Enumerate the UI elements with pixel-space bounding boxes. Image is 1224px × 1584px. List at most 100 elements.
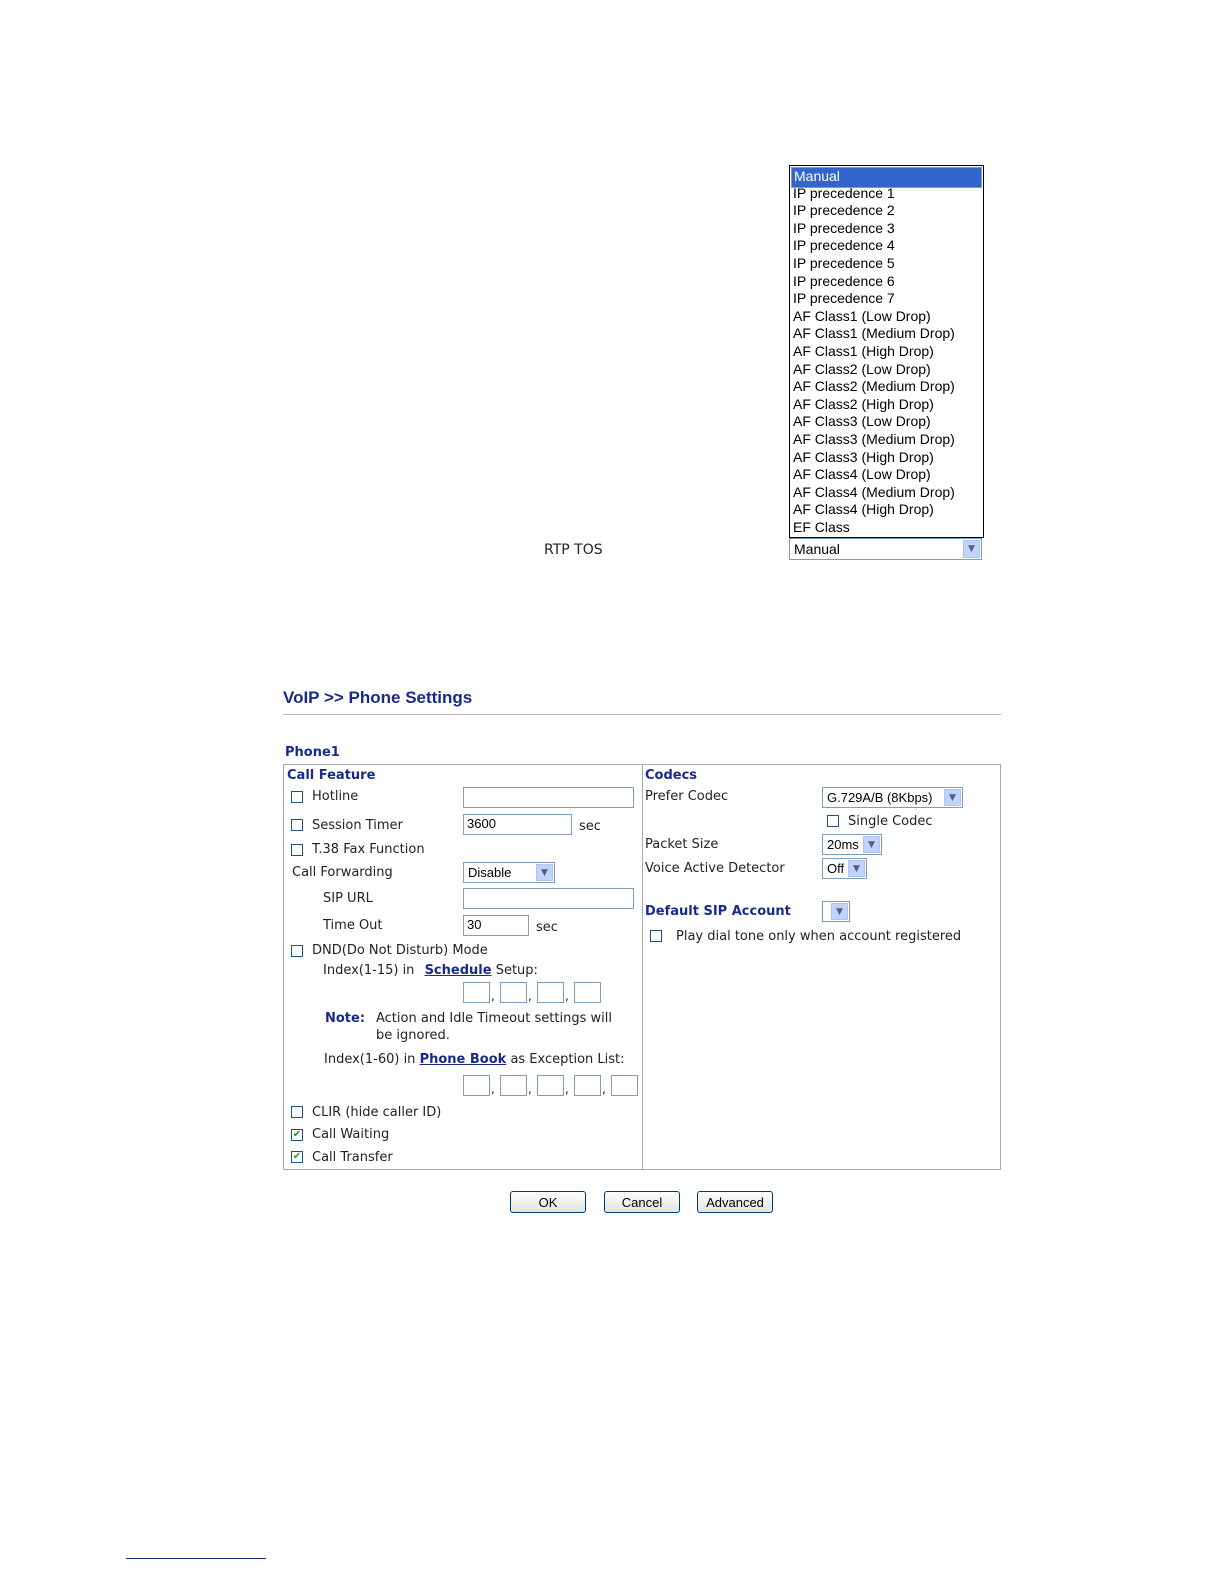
sip-url-input[interactable] — [463, 888, 634, 909]
t38-fax-checkbox[interactable] — [291, 844, 303, 856]
codecs-title: Codecs — [645, 768, 698, 783]
voice-active-detector-select[interactable]: Off ▼ — [822, 858, 867, 879]
exception-index-input-4[interactable] — [574, 1075, 601, 1096]
voice-active-detector-label: Voice Active Detector — [645, 861, 785, 876]
clir-label: CLIR (hide caller ID) — [312, 1105, 442, 1120]
separator: , — [491, 1082, 495, 1096]
call-forwarding-label: Call Forwarding — [292, 865, 393, 880]
call-feature-title: Call Feature — [287, 768, 376, 783]
call-waiting-label: Call Waiting — [312, 1127, 390, 1142]
separator: , — [565, 989, 569, 1003]
phone-label: Phone1 — [285, 745, 340, 760]
chevron-down-icon[interactable]: ▼ — [536, 864, 553, 881]
schedule-suffix: Setup: — [495, 963, 538, 978]
call-waiting-checkbox[interactable]: ✔ — [291, 1129, 303, 1141]
cancel-button[interactable]: Cancel — [604, 1191, 680, 1213]
advanced-button[interactable]: Advanced — [697, 1191, 773, 1213]
rtp-tos-option[interactable]: IP precedence 1 — [791, 185, 982, 203]
dial-tone-checkbox[interactable] — [650, 930, 662, 942]
ok-button[interactable]: OK — [510, 1191, 586, 1213]
rtp-tos-option[interactable]: AF Class2 (Medium Drop) — [791, 378, 982, 396]
rtp-tos-option[interactable]: AF Class1 (Low Drop) — [791, 308, 982, 326]
note-text-line-2: be ignored. — [376, 1028, 450, 1043]
chevron-down-icon[interactable]: ▼ — [848, 860, 865, 877]
footnote-rule — [126, 1558, 266, 1559]
schedule-link[interactable]: Schedule — [425, 963, 492, 978]
rtp-tos-option[interactable]: AF Class4 (Medium Drop) — [791, 484, 982, 502]
separator: , — [528, 989, 532, 1003]
rtp-tos-label: RTP TOS — [544, 542, 603, 558]
note-label: Note: — [325, 1011, 366, 1026]
rtp-tos-option[interactable]: AF Class1 (High Drop) — [791, 343, 982, 361]
exception-index-input-2[interactable] — [500, 1075, 527, 1096]
rtp-tos-option[interactable]: AF Class1 (Medium Drop) — [791, 325, 982, 343]
rtp-tos-option[interactable]: IP precedence 7 — [791, 290, 982, 308]
call-transfer-checkbox[interactable]: ✔ — [291, 1151, 303, 1163]
single-codec-checkbox[interactable] — [827, 815, 839, 827]
check-icon: ✔ — [292, 1129, 302, 1140]
t38-fax-label: T.38 Fax Function — [312, 842, 425, 857]
rtp-tos-select[interactable]: Manual ▼ — [789, 538, 982, 560]
default-sip-account-label: Default SIP Account — [645, 904, 791, 919]
schedule-index-input-2[interactable] — [500, 982, 527, 1003]
panel-divider — [642, 765, 643, 1169]
sip-url-label: SIP URL — [323, 891, 373, 906]
rtp-tos-option[interactable]: AF Class2 (High Drop) — [791, 396, 982, 414]
rtp-tos-option[interactable]: AF Class2 (Low Drop) — [791, 361, 982, 379]
rtp-tos-option[interactable]: AF Class4 (Low Drop) — [791, 466, 982, 484]
exception-index-input-1[interactable] — [463, 1075, 490, 1096]
prefer-codec-label: Prefer Codec — [645, 789, 729, 804]
rtp-tos-option[interactable]: AF Class3 (Medium Drop) — [791, 431, 982, 449]
dial-tone-label: Play dial tone only when account registe… — [676, 929, 962, 944]
session-timer-checkbox[interactable] — [291, 819, 303, 831]
separator: , — [602, 1082, 606, 1096]
rtp-tos-option[interactable]: IP precedence 5 — [791, 255, 982, 273]
exception-index-input-5[interactable] — [611, 1075, 638, 1096]
page-title: VoIP >> Phone Settings — [283, 688, 473, 707]
schedule-prefix: Index(1-15) in — [323, 963, 415, 978]
hotline-checkbox[interactable] — [291, 791, 303, 803]
rtp-tos-option[interactable]: IP precedence 2 — [791, 202, 982, 220]
chevron-down-icon[interactable]: ▼ — [944, 789, 961, 806]
rtp-tos-option[interactable]: IP precedence 6 — [791, 273, 982, 291]
phone-book-link[interactable]: Phone Book — [420, 1052, 507, 1067]
rtp-tos-option[interactable]: AF Class3 (High Drop) — [791, 449, 982, 467]
dnd-checkbox[interactable] — [291, 945, 303, 957]
chevron-down-icon[interactable]: ▼ — [831, 903, 848, 920]
default-sip-account-select[interactable]: ▼ — [822, 901, 850, 922]
schedule-index-input-3[interactable] — [537, 982, 564, 1003]
note-text-line-1: Action and Idle Timeout settings will — [376, 1011, 612, 1026]
packet-size-label: Packet Size — [645, 837, 719, 852]
rtp-tos-options-list[interactable]: Manual IP precedence 1 IP precedence 2 IP p… — [789, 165, 984, 538]
separator: , — [528, 1082, 532, 1096]
rtp-tos-option[interactable]: AF Class3 (Low Drop) — [791, 413, 982, 431]
prefer-codec-value: G.729A/B (8Kbps) — [827, 790, 933, 805]
exception-index-input-3[interactable] — [537, 1075, 564, 1096]
chevron-down-icon[interactable]: ▼ — [963, 540, 980, 558]
rtp-tos-option[interactable]: EF Class — [791, 519, 982, 537]
hotline-input[interactable] — [463, 787, 634, 808]
rtp-tos-option[interactable]: AF Class4 (High Drop) — [791, 501, 982, 519]
session-timer-input[interactable]: 3600 — [463, 814, 572, 835]
schedule-index-line: Index(1-15) in Schedule Setup: — [323, 963, 538, 978]
clir-checkbox[interactable] — [291, 1106, 303, 1118]
time-out-input[interactable]: 30 — [463, 915, 529, 936]
title-divider — [283, 714, 1001, 715]
rtp-tos-option[interactable]: IP precedence 3 — [791, 220, 982, 238]
chevron-down-icon[interactable]: ▼ — [863, 836, 880, 853]
call-forwarding-select[interactable]: Disable ▼ — [463, 862, 555, 883]
voice-active-detector-value: Off — [827, 861, 845, 876]
packet-size-select[interactable]: 20ms ▼ — [822, 834, 882, 855]
session-timer-label: Session Timer — [312, 818, 403, 833]
call-forwarding-value: Disable — [468, 865, 512, 880]
hotline-label: Hotline — [312, 789, 359, 804]
rtp-tos-option[interactable]: IP precedence 4 — [791, 237, 982, 255]
rtp-tos-selected-value: Manual — [794, 541, 840, 557]
schedule-index-input-4[interactable] — [574, 982, 601, 1003]
call-transfer-label: Call Transfer — [312, 1150, 393, 1165]
phonebook-prefix: Index(1-60) in — [324, 1052, 416, 1067]
time-out-unit: sec — [536, 920, 558, 935]
schedule-index-input-1[interactable] — [463, 982, 490, 1003]
prefer-codec-select[interactable]: G.729A/B (8Kbps) ▼ — [822, 787, 963, 808]
separator: , — [565, 1082, 569, 1096]
